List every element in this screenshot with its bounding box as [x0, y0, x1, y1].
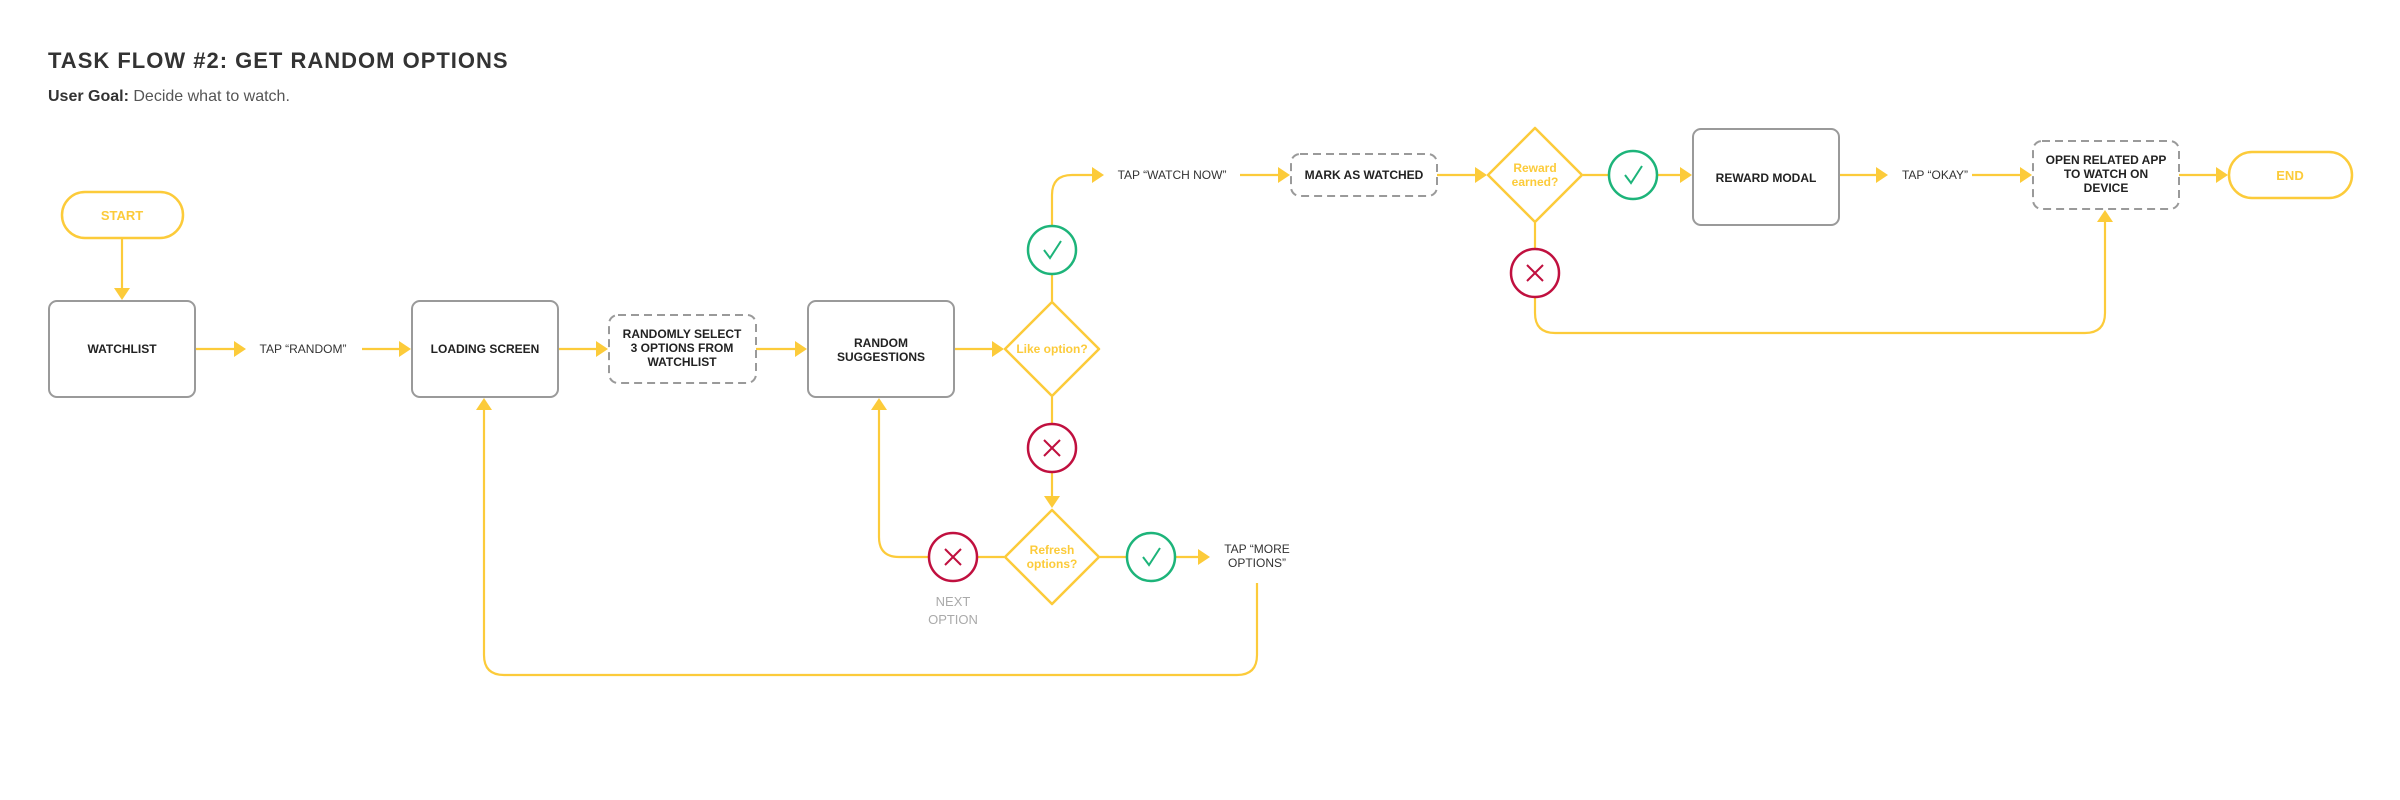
arrow-head: [2097, 210, 2113, 222]
tap-random-label: TAP “RANDOM”: [260, 342, 347, 356]
watchlist-label: WATCHLIST: [87, 342, 157, 356]
reward-no-marker: [1509, 247, 1561, 299]
tap-watch-now-label: TAP “WATCH NOW”: [1118, 168, 1227, 182]
like-no-marker: [1026, 422, 1078, 474]
refresh-options-line-1: Refresh: [1030, 543, 1075, 557]
connector-no-open-app: [1533, 220, 2107, 335]
random-suggestions-line-2: SUGGESTIONS: [837, 350, 925, 364]
arrow-head: [1475, 167, 1487, 183]
arrow-head: [1278, 167, 1290, 183]
like-option-label: Like option?: [1016, 342, 1087, 356]
randomly-select-line-1: RANDOMLY SELECT: [623, 327, 742, 341]
tap-more-options-line-1: TAP “MORE: [1224, 542, 1290, 556]
loading-screen-label: LOADING SCREEN: [431, 342, 540, 356]
randomly-select-line-2: 3 OPTIONS FROM: [631, 341, 734, 355]
like-yes-marker: [1026, 224, 1078, 276]
open-related-app-line-1: OPEN RELATED APP: [2046, 153, 2167, 167]
loading-screen-node[interactable]: LOADING SCREEN: [411, 300, 559, 398]
reward-modal-label: REWARD MODAL: [1716, 171, 1817, 185]
next-option-line-1: NEXT: [936, 594, 971, 609]
arrow-head: [871, 398, 887, 410]
random-suggestions-node[interactable]: RANDOM SUGGESTIONS: [807, 300, 955, 398]
refresh-no-marker: [927, 531, 979, 583]
open-related-app-node[interactable]: OPEN RELATED APP TO WATCH ON DEVICE: [2032, 140, 2180, 210]
arrow-head: [2020, 167, 2032, 183]
arrow-head: [1044, 496, 1060, 508]
watchlist-node[interactable]: WATCHLIST: [48, 300, 196, 398]
randomly-select-node[interactable]: RANDOMLY SELECT 3 OPTIONS FROM WATCHLIST: [608, 314, 757, 384]
start-terminal[interactable]: START: [60, 190, 185, 240]
connector-yes-tap-watch-now: [1050, 173, 1094, 225]
arrow-head: [1198, 549, 1210, 565]
start-label: START: [101, 208, 143, 223]
tap-okay-label: TAP “OKAY”: [1902, 168, 1968, 182]
randomly-select-line-3: WATCHLIST: [647, 355, 717, 369]
end-label: END: [2276, 168, 2303, 183]
arrow-head: [114, 288, 130, 300]
reward-yes-marker: [1607, 149, 1659, 201]
arrow-head: [2216, 167, 2228, 183]
like-option-decision[interactable]: Like option?: [1003, 300, 1101, 398]
arrow-head: [1876, 167, 1888, 183]
arrow-head: [992, 341, 1004, 357]
refresh-options-line-2: options?: [1027, 557, 1078, 571]
refresh-options-decision[interactable]: Refresh options?: [1003, 508, 1101, 606]
refresh-yes-marker: [1125, 531, 1177, 583]
arrow-head: [476, 398, 492, 410]
reward-modal-node[interactable]: REWARD MODAL: [1692, 128, 1840, 226]
arrow-head: [795, 341, 807, 357]
arrow-head: [596, 341, 608, 357]
flow-diagram: START WATCHLIST TAP “RANDOM” LOADING SCR…: [48, 126, 2354, 677]
reward-earned-line-1: Reward: [1513, 161, 1556, 175]
mark-as-watched-node[interactable]: MARK AS WATCHED: [1290, 153, 1438, 197]
tap-more-options-line-2: OPTIONS”: [1228, 556, 1286, 570]
arrow-head: [399, 341, 411, 357]
connector-next-option-suggestions: [877, 408, 928, 559]
reward-earned-decision[interactable]: Reward earned?: [1486, 126, 1584, 224]
end-terminal[interactable]: END: [2227, 150, 2354, 200]
mark-as-watched-label: MARK AS WATCHED: [1305, 168, 1424, 182]
open-related-app-line-3: DEVICE: [2084, 181, 2129, 195]
arrow-head: [1092, 167, 1104, 183]
open-related-app-line-2: TO WATCH ON: [2064, 167, 2148, 181]
connectors: [114, 167, 2228, 677]
random-suggestions-line-1: RANDOM: [854, 336, 908, 350]
arrow-head: [1680, 167, 1692, 183]
next-option-line-2: OPTION: [928, 612, 978, 627]
reward-earned-line-2: earned?: [1512, 175, 1559, 189]
arrow-head: [234, 341, 246, 357]
